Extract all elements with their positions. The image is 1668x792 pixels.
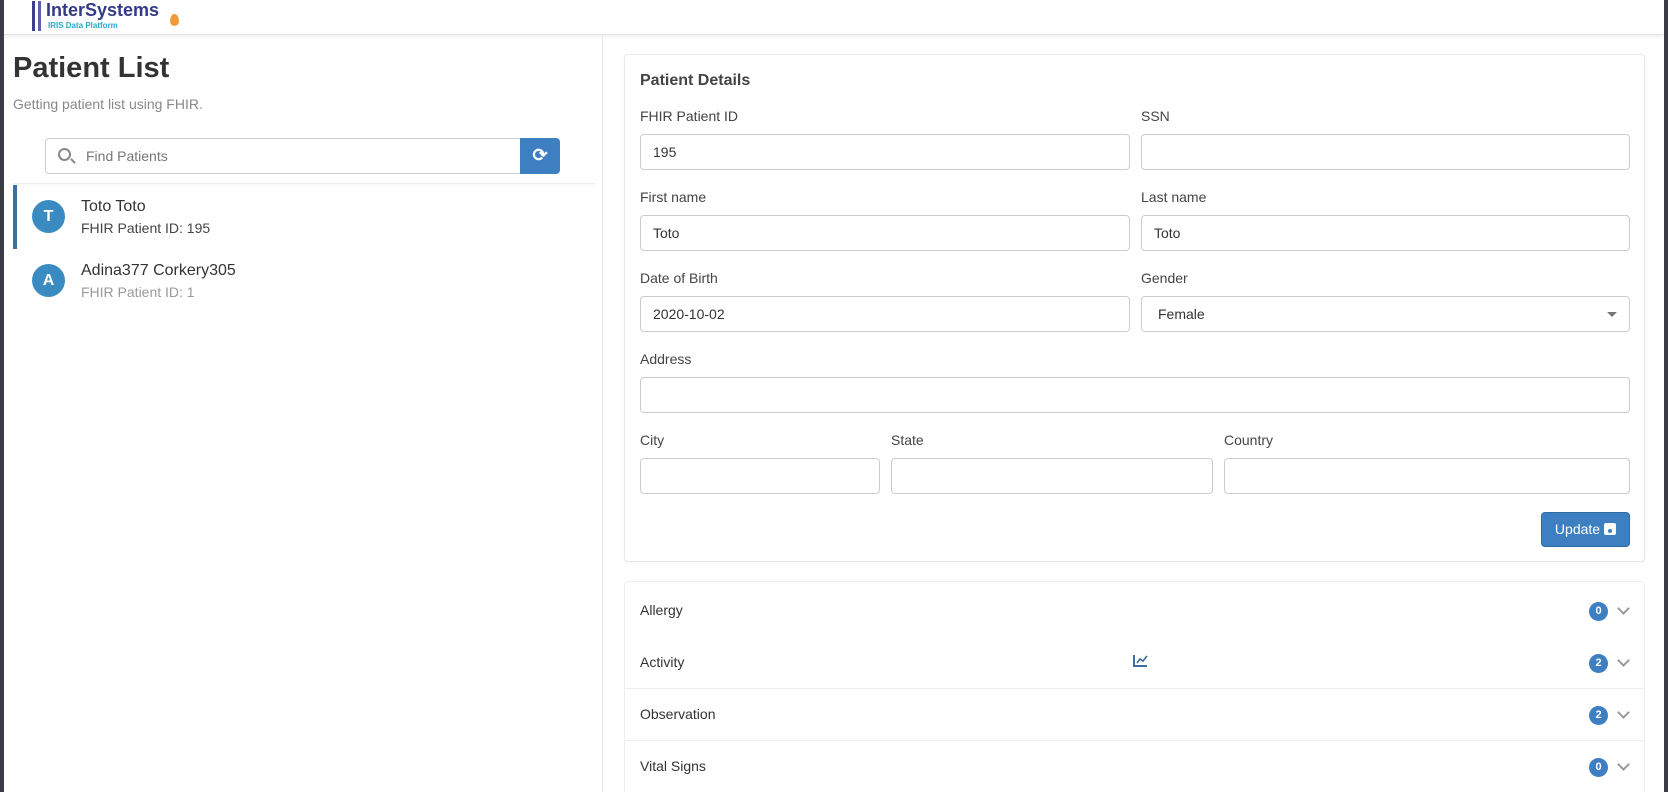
section-label: Activity: [640, 654, 685, 670]
ssn-input[interactable]: [1141, 134, 1630, 170]
address-input[interactable]: [640, 377, 1630, 413]
city-label: City: [640, 432, 665, 448]
patient-list-panel: Patient List Getting patient list using …: [4, 36, 603, 792]
sections-accordion: Allergy 0 Activity 2 Observation 2 Vital…: [624, 581, 1645, 792]
patient-list-item[interactable]: T Toto Toto FHIR Patient ID: 195: [13, 185, 598, 249]
dob-label: Date of Birth: [640, 270, 718, 286]
update-label: Update: [1554, 521, 1601, 537]
section-label: Allergy: [640, 602, 683, 618]
chevron-down-icon: [1617, 706, 1630, 719]
page-title: Patient List: [13, 52, 170, 84]
patient-details-card: Patient Details FHIR Patient ID 195 SSN …: [624, 54, 1645, 562]
logo-mark-icon: [32, 1, 41, 31]
flame-icon: [170, 14, 179, 26]
dob-input[interactable]: 2020-10-02: [640, 296, 1130, 332]
patient-list-item[interactable]: A Adina377 Corkery305 FHIR Patient ID: 1: [13, 249, 598, 313]
count-badge: 0: [1589, 758, 1608, 777]
first-name-label: First name: [640, 189, 707, 205]
gender-select[interactable]: Female: [1141, 296, 1630, 332]
chevron-down-icon: [1617, 758, 1630, 771]
search-icon: [58, 148, 71, 161]
fhir-id-input[interactable]: 195: [640, 134, 1130, 170]
logo-text: InterSystems: [46, 0, 160, 20]
state-label: State: [891, 432, 924, 448]
search-input[interactable]: [86, 139, 506, 173]
patient-id: FHIR Patient ID: 195: [81, 220, 211, 236]
section-label: Observation: [640, 706, 716, 722]
header: InterSystems IRIS Data Platform: [4, 0, 1664, 35]
refresh-icon: ⟳: [532, 145, 548, 165]
last-name-label: Last name: [1141, 189, 1207, 205]
country-input[interactable]: [1224, 458, 1630, 494]
state-input[interactable]: [891, 458, 1213, 494]
gender-value: Female: [1158, 306, 1205, 322]
caret-down-icon: [1607, 312, 1617, 317]
section-vital-signs[interactable]: Vital Signs 0: [625, 740, 1644, 792]
chevron-down-icon: [1617, 654, 1630, 667]
app: InterSystems IRIS Data Platform Patient …: [4, 0, 1664, 792]
city-input[interactable]: [640, 458, 880, 494]
count-badge: 0: [1589, 602, 1608, 621]
chart-line-icon[interactable]: [1133, 655, 1148, 667]
count-badge: 2: [1589, 706, 1608, 725]
count-badge: 2: [1589, 654, 1608, 673]
country-label: Country: [1224, 432, 1274, 448]
save-icon: [1604, 523, 1617, 535]
section-activity[interactable]: Activity 2: [625, 637, 1644, 689]
ssn-label: SSN: [1141, 108, 1170, 124]
refresh-button[interactable]: ⟳: [520, 138, 560, 174]
fhir-id-label: FHIR Patient ID: [640, 108, 739, 124]
patient-name: Toto Toto: [81, 198, 146, 215]
card-title: Patient Details: [640, 72, 751, 89]
section-allergy[interactable]: Allergy 0: [625, 585, 1644, 637]
last-name-input[interactable]: Toto: [1141, 215, 1630, 251]
address-label: Address: [640, 351, 692, 367]
patient-name: Adina377 Corkery305: [81, 262, 236, 279]
patient-id: FHIR Patient ID: 1: [81, 284, 195, 300]
intersystems-logo[interactable]: InterSystems IRIS Data Platform: [30, 0, 200, 34]
chevron-down-icon: [1617, 602, 1630, 615]
search-field[interactable]: [45, 138, 522, 174]
update-button[interactable]: Update: [1541, 512, 1630, 547]
page-subtitle: Getting patient list using FHIR.: [13, 96, 203, 112]
logo-subtitle: IRIS Data Platform: [48, 21, 118, 30]
avatar: T: [32, 200, 65, 233]
gender-label: Gender: [1141, 270, 1188, 286]
section-label: Vital Signs: [640, 758, 706, 774]
first-name-input[interactable]: Toto: [640, 215, 1130, 251]
avatar: A: [32, 264, 65, 297]
section-observation[interactable]: Observation 2: [625, 688, 1644, 740]
